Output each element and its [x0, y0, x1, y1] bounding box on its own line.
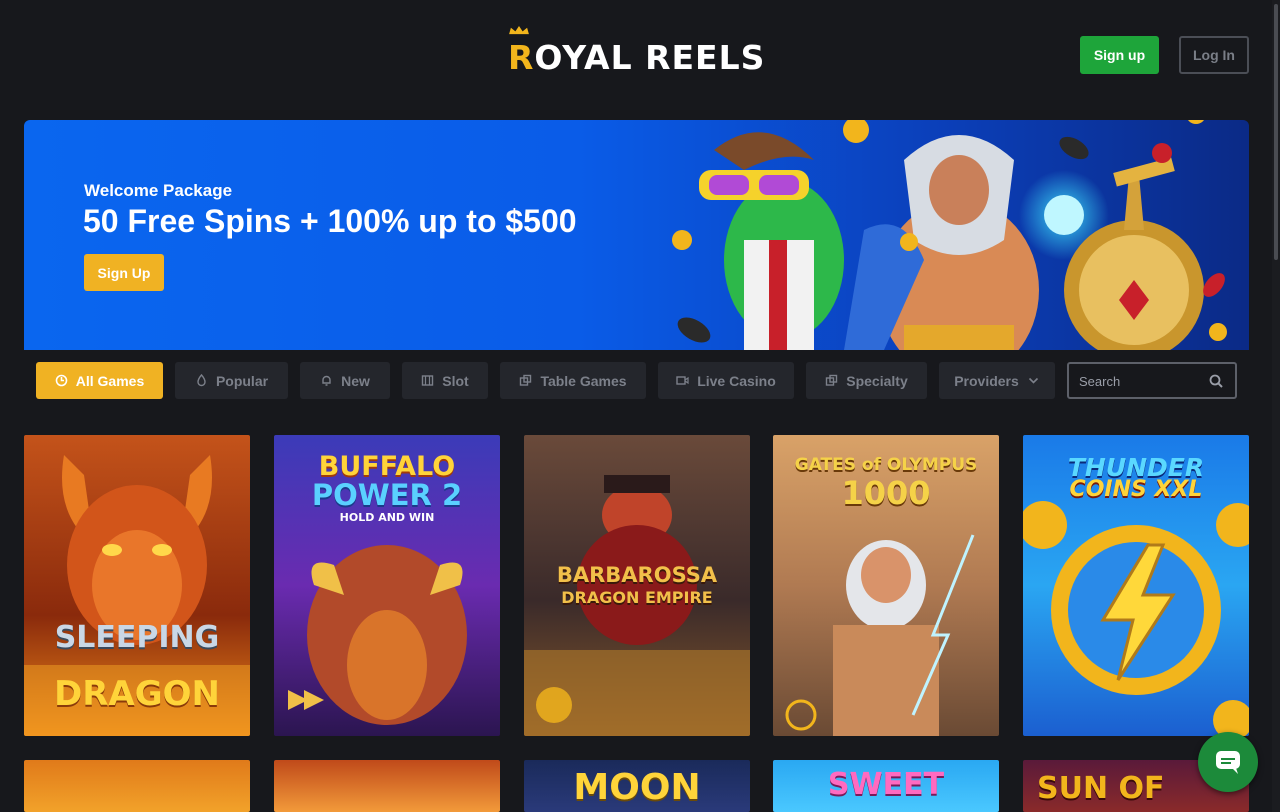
game-tile-barbarossa[interactable]: BARBAROSSA DRAGON EMPIRE: [524, 435, 750, 736]
tab-label: Slot: [442, 372, 469, 389]
tab-new[interactable]: New: [300, 362, 390, 399]
scrollbar-thumb[interactable]: [1274, 4, 1278, 260]
banner-kicker: Welcome Package: [84, 181, 233, 200]
chevron-down-icon: [1028, 377, 1038, 384]
game-title-line1: MOON: [573, 767, 701, 808]
game-tile-row2-3[interactable]: MOON: [524, 760, 750, 812]
tab-label: All Games: [75, 372, 145, 389]
crown-icon: [509, 26, 529, 35]
slot-machine-icon: [422, 375, 434, 386]
game-tile-gates-of-olympus[interactable]: GATES of OLYMPUS 1000: [773, 435, 999, 736]
search-box[interactable]: [1067, 362, 1237, 399]
game-tile-thunder-coins[interactable]: THUNDER COINS XXL: [1023, 435, 1249, 736]
dice-icon: [520, 374, 532, 386]
tab-label: Live Casino: [697, 372, 776, 389]
page-scrollbar[interactable]: [1272, 0, 1280, 812]
video-icon: [676, 376, 689, 385]
game-title-line1: BUFFALO: [318, 451, 456, 482]
game-title-line3: HOLD AND WIN: [339, 511, 435, 524]
logo-initial: R: [508, 38, 535, 77]
banner-headline: 50 Free Spins + 100% up to $500: [83, 203, 577, 239]
game-tile-buffalo-power-2[interactable]: BUFFALO POWER 2 HOLD AND WIN: [274, 435, 500, 736]
clock-icon: [55, 374, 68, 387]
flame-icon: [197, 374, 206, 387]
tab-popular[interactable]: Popular: [175, 362, 288, 399]
game-title-line2: 1000: [841, 474, 931, 512]
game-title-line2: DRAGON EMPIRE: [561, 588, 713, 607]
tab-specialty[interactable]: Specialty: [806, 362, 927, 399]
game-tile-row2-2[interactable]: [274, 760, 500, 812]
providers-dropdown[interactable]: Providers: [939, 362, 1055, 399]
tab-label: Specialty: [846, 372, 908, 389]
chat-button[interactable]: [1198, 732, 1258, 792]
tab-live-casino[interactable]: Live Casino: [658, 362, 794, 399]
signup-button[interactable]: Sign up: [1080, 36, 1159, 74]
tab-label: Providers: [954, 372, 1019, 389]
game-title-line1: SLEEPING: [54, 620, 220, 655]
tab-label: New: [341, 372, 370, 389]
game-title-line1: GATES of OLYMPUS: [794, 455, 978, 475]
tab-slot[interactable]: Slot: [402, 362, 488, 399]
bell-icon: [322, 375, 331, 386]
game-title-line1: BARBAROSSA: [556, 563, 718, 587]
game-title-line1: SWEET: [827, 767, 945, 802]
login-button[interactable]: Log In: [1179, 36, 1249, 74]
banner-signup-button[interactable]: Sign Up: [84, 254, 164, 291]
game-title-line2: COINS XXL: [1069, 477, 1203, 502]
search-icon[interactable]: [1209, 374, 1223, 388]
chat-bubble-icon: [1216, 751, 1240, 774]
search-input[interactable]: [1079, 372, 1199, 390]
game-tile-row2-1[interactable]: [24, 760, 250, 812]
game-tile-sleeping-dragon[interactable]: SLEEPING DRAGON: [24, 435, 250, 736]
tab-all-games[interactable]: All Games: [36, 362, 163, 399]
site-logo[interactable]: R OYAL REELS: [508, 26, 766, 77]
site-header: R OYAL REELS Sign up Log In: [0, 0, 1280, 110]
tab-table-games[interactable]: Table Games: [500, 362, 646, 399]
tab-label: Table Games: [540, 372, 627, 389]
tab-label: Popular: [215, 372, 269, 389]
logo-text: OYAL REELS: [534, 38, 766, 77]
game-title-line2: POWER 2: [311, 478, 463, 512]
dice-icon: [826, 374, 838, 386]
game-tile-row2-4[interactable]: SWEET: [773, 760, 999, 812]
promo-banner[interactable]: Welcome Package 50 Free Spins + 100% up …: [24, 120, 1249, 350]
game-title-line2: DRAGON: [54, 674, 220, 714]
